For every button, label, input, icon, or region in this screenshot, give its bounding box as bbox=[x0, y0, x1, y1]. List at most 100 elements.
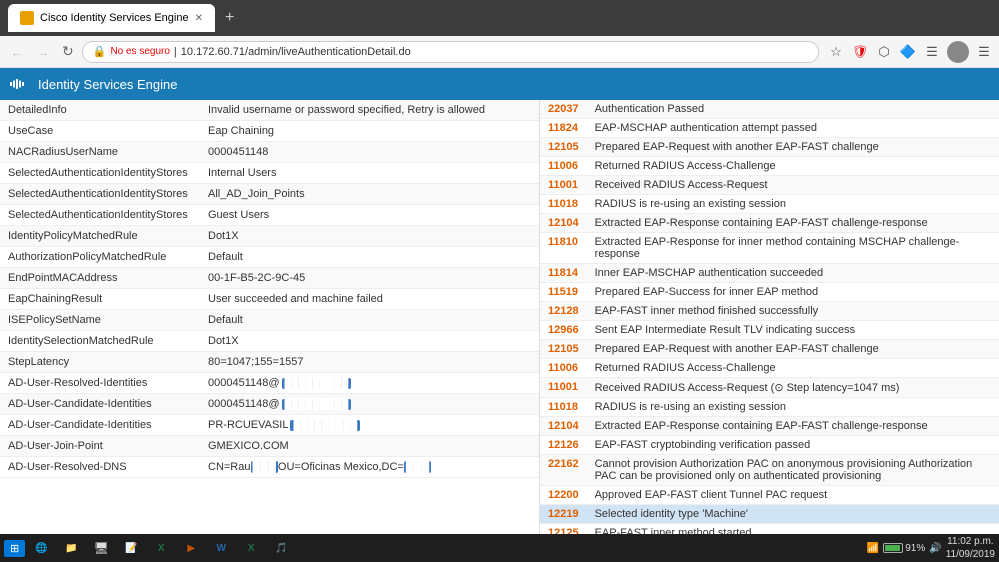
network-icon: 📶 bbox=[867, 543, 879, 554]
refresh-button[interactable]: ↻ bbox=[58, 41, 78, 62]
event-code: 22162 bbox=[540, 455, 587, 486]
detail-value: Guest Users bbox=[200, 205, 539, 226]
firefox-icon: 🌐 bbox=[33, 540, 49, 556]
url-display: 10.172.60.71/admin/liveAuthenticationDet… bbox=[181, 46, 411, 58]
browser-tab[interactable]: Cisco Identity Services Engine ✕ bbox=[8, 4, 215, 32]
taskbar-item-writer[interactable]: W bbox=[207, 537, 235, 559]
detail-key: AuthorizationPolicyMatchedRule bbox=[0, 247, 200, 268]
taskbar-item-spreadsheet[interactable]: X bbox=[147, 537, 175, 559]
event-code: 11006 bbox=[540, 157, 587, 176]
detail-row: StepLatency80=1047;155=1557 bbox=[0, 352, 539, 373]
event-row[interactable]: 12219Selected identity type 'Machine' bbox=[540, 505, 999, 524]
files-icon: 📁 bbox=[63, 540, 79, 556]
taskbar-item-files[interactable]: 📁 bbox=[57, 537, 85, 559]
extension-icon1[interactable]: 🛡 bbox=[851, 43, 869, 61]
extension-icon2[interactable]: ⬡ bbox=[875, 43, 893, 61]
event-code: 12128 bbox=[540, 302, 587, 321]
extension-icon4[interactable]: ☰ bbox=[923, 43, 941, 61]
event-description: Received RADIUS Access-Request bbox=[587, 176, 999, 195]
toolbar-icons: ☆ 🛡 ⬡ 🔷 ☰ ☰ bbox=[827, 41, 993, 63]
back-button[interactable]: ← bbox=[6, 42, 28, 62]
new-tab-button[interactable]: + bbox=[225, 9, 234, 27]
event-description: Selected identity type 'Machine' bbox=[587, 505, 999, 524]
detail-row: IdentitySelectionMatchedRuleDot1X bbox=[0, 331, 539, 352]
media-icon: 🎵 bbox=[273, 540, 289, 556]
event-row[interactable]: 11810Extracted EAP-Response for inner me… bbox=[540, 233, 999, 264]
detail-value: All_AD_Join_Points bbox=[200, 184, 539, 205]
event-row[interactable]: 12126EAP-FAST cryptobinding verification… bbox=[540, 436, 999, 455]
detail-key: NACRadiusUserName bbox=[0, 142, 200, 163]
event-row[interactable]: 12200Approved EAP-FAST client Tunnel PAC… bbox=[540, 486, 999, 505]
taskbar-item-text[interactable]: 📝 bbox=[117, 537, 145, 559]
event-row[interactable]: 12966Sent EAP Intermediate Result TLV in… bbox=[540, 321, 999, 340]
detail-value: Dot1X bbox=[200, 331, 539, 352]
detail-row: AD-User-Resolved-DNSCN=Rau███OU=Oficinas… bbox=[0, 457, 539, 478]
taskbar-right: 📶 91% 🔊 11:02 p.m. 11/09/2019 bbox=[867, 535, 995, 561]
detail-row: EapChainingResultUser succeeded and mach… bbox=[0, 289, 539, 310]
detail-value: 0000451148@█████████ bbox=[200, 373, 539, 394]
event-row[interactable]: 11006Returned RADIUS Access-Challenge bbox=[540, 157, 999, 176]
detail-row: AD-User-Candidate-IdentitiesPR-RCUEVASIL… bbox=[0, 415, 539, 436]
detail-key: DetailedInfo bbox=[0, 100, 200, 121]
event-row[interactable]: 22162Cannot provision Authorization PAC … bbox=[540, 455, 999, 486]
taskbar-item-calc[interactable]: X bbox=[237, 537, 265, 559]
detail-key: IdentitySelectionMatchedRule bbox=[0, 331, 200, 352]
menu-button[interactable]: ☰ bbox=[975, 43, 993, 61]
address-bar[interactable]: 🔒 No es seguro | 10.172.60.71/admin/live… bbox=[82, 41, 819, 63]
detail-key: SelectedAuthenticationIdentityStores bbox=[0, 184, 200, 205]
event-row[interactable]: 11018RADIUS is re-using an existing sess… bbox=[540, 398, 999, 417]
taskbar-item-terminal[interactable]: 🖥 bbox=[87, 537, 115, 559]
event-description: Extracted EAP-Response containing EAP-FA… bbox=[587, 214, 999, 233]
profile-avatar[interactable] bbox=[947, 41, 969, 63]
taskbar: ⊞ 🌐 📁 🖥 📝 X ▶ W X 🎵 📶 91% 🔊 11:02 p.m. bbox=[0, 534, 999, 562]
taskbar-item-impress[interactable]: ▶ bbox=[177, 537, 205, 559]
event-description: Approved EAP-FAST client Tunnel PAC requ… bbox=[587, 486, 999, 505]
tab-close-button[interactable]: ✕ bbox=[195, 13, 203, 24]
event-description: Extracted EAP-Response for inner method … bbox=[587, 233, 999, 264]
battery-icon bbox=[883, 543, 903, 553]
detail-value: Eap Chaining bbox=[200, 121, 539, 142]
app-header: Identity Services Engine bbox=[0, 68, 999, 100]
event-description: RADIUS is re-using an existing session bbox=[587, 195, 999, 214]
detail-row: AuthorizationPolicyMatchedRuleDefault bbox=[0, 247, 539, 268]
event-code: 22037 bbox=[540, 100, 587, 119]
event-row[interactable]: 11814Inner EAP-MSCHAP authentication suc… bbox=[540, 264, 999, 283]
right-panel: 22037Authentication Passed11824EAP-MSCHA… bbox=[540, 100, 999, 562]
detail-table: DetailedInfoInvalid username or password… bbox=[0, 100, 539, 478]
detail-row: SelectedAuthenticationIdentityStoresAll_… bbox=[0, 184, 539, 205]
battery-level bbox=[885, 545, 900, 551]
sound-icon: 🔊 bbox=[929, 543, 941, 554]
event-row[interactable]: 11006Returned RADIUS Access-Challenge bbox=[540, 359, 999, 378]
detail-key: SelectedAuthenticationIdentityStores bbox=[0, 205, 200, 226]
detail-value: User succeeded and machine failed bbox=[200, 289, 539, 310]
clock-time: 11:02 p.m. bbox=[946, 535, 995, 548]
event-row[interactable]: 12128EAP-FAST inner method finished succ… bbox=[540, 302, 999, 321]
cisco-logo-icon bbox=[10, 74, 30, 94]
event-code: 12966 bbox=[540, 321, 587, 340]
event-row[interactable]: 11018RADIUS is re-using an existing sess… bbox=[540, 195, 999, 214]
detail-key: ISEPolicySetName bbox=[0, 310, 200, 331]
detail-key: SelectedAuthenticationIdentityStores bbox=[0, 163, 200, 184]
bookmark-icon[interactable]: ☆ bbox=[827, 43, 845, 61]
event-row[interactable]: 11824EAP-MSCHAP authentication attempt p… bbox=[540, 119, 999, 138]
event-row[interactable]: 11519Prepared EAP-Success for inner EAP … bbox=[540, 283, 999, 302]
event-row[interactable]: 11001Received RADIUS Access-Request (⊙ S… bbox=[540, 378, 999, 398]
event-row[interactable]: 12104Extracted EAP-Response containing E… bbox=[540, 214, 999, 233]
event-code: 11001 bbox=[540, 378, 587, 398]
event-row[interactable]: 11001Received RADIUS Access-Request bbox=[540, 176, 999, 195]
event-row[interactable]: 12105Prepared EAP-Request with another E… bbox=[540, 340, 999, 359]
event-row[interactable]: 12105Prepared EAP-Request with another E… bbox=[540, 138, 999, 157]
detail-key: AD-User-Candidate-Identities bbox=[0, 415, 200, 436]
event-row[interactable]: 22037Authentication Passed bbox=[540, 100, 999, 119]
taskbar-item-media[interactable]: 🎵 bbox=[267, 537, 295, 559]
event-row[interactable]: 12104Extracted EAP-Response containing E… bbox=[540, 417, 999, 436]
forward-button[interactable]: → bbox=[32, 42, 54, 62]
detail-row: DetailedInfoInvalid username or password… bbox=[0, 100, 539, 121]
extension-icon3[interactable]: 🔷 bbox=[899, 43, 917, 61]
taskbar-item-firefox[interactable]: 🌐 bbox=[27, 537, 55, 559]
start-button[interactable]: ⊞ bbox=[4, 540, 25, 557]
event-description: Returned RADIUS Access-Challenge bbox=[587, 359, 999, 378]
battery-indicator: 91% bbox=[883, 543, 925, 554]
detail-key: AD-User-Resolved-DNS bbox=[0, 457, 200, 478]
detail-row: UseCaseEap Chaining bbox=[0, 121, 539, 142]
